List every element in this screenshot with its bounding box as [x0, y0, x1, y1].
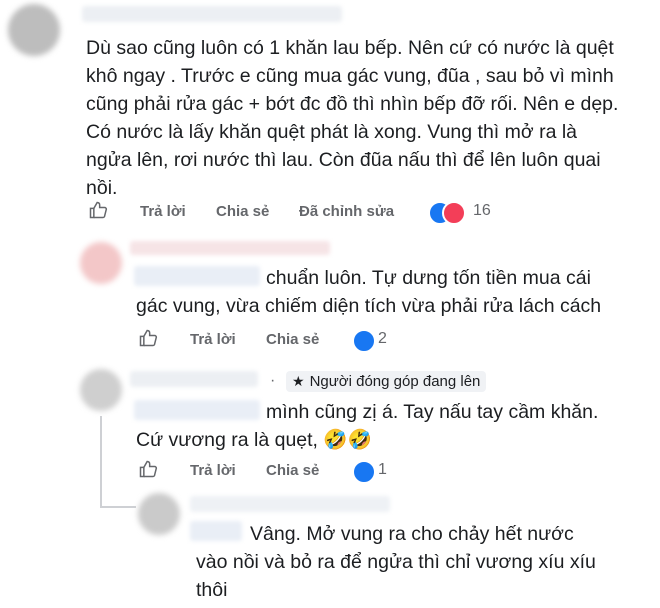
thread-line	[100, 506, 136, 508]
like-reaction-icon[interactable]	[352, 329, 376, 353]
like-reaction-icon[interactable]	[352, 460, 376, 484]
laughing-emoji: 🤣🤣	[323, 429, 372, 451]
reply-text: Vâng. Mở vung ra cho chảy hết nước vào n…	[196, 523, 596, 601]
thread-line	[100, 416, 102, 508]
badge-label: Người đóng góp đang lên	[309, 373, 481, 390]
comment-text: Dù sao cũng luôn có 1 khăn lau bếp. Nên …	[86, 37, 619, 199]
comment-actions: Trả lời Chia sẻ 2	[138, 328, 438, 353]
reaction-count[interactable]: 1	[378, 461, 387, 479]
reaction-count[interactable]: 16	[473, 202, 491, 220]
reply-text: mình cũng zị á. Tay nấu tay cầm khăn. Cứ…	[136, 398, 606, 454]
reply-button[interactable]: Trả lời	[140, 203, 186, 220]
avatar[interactable]	[138, 493, 180, 535]
avatar[interactable]	[80, 242, 122, 284]
rising-contributor-badge[interactable]: ★ Người đóng góp đang lên	[286, 371, 487, 392]
reply-text: chuẩn luôn. Tự dưng tốn tiền mua cái gác…	[136, 267, 602, 317]
star-icon: ★	[292, 373, 305, 389]
author-name-blurred[interactable]	[130, 371, 258, 387]
like-icon[interactable]	[138, 328, 158, 348]
author-name-blurred[interactable]	[190, 496, 390, 512]
comment-actions: Trả lời Chia sẻ 1	[138, 459, 438, 484]
share-button[interactable]: Chia sẻ	[216, 203, 269, 220]
reply-button[interactable]: Trả lời	[190, 331, 236, 348]
edited-label[interactable]: Đã chỉnh sửa	[299, 203, 394, 220]
avatar[interactable]	[8, 4, 60, 56]
author-name-blurred[interactable]	[82, 6, 342, 22]
like-icon[interactable]	[88, 200, 108, 220]
author-name-blurred[interactable]	[130, 241, 330, 255]
share-button[interactable]: Chia sẻ	[266, 462, 319, 479]
comment-actions: Trả lời Chia sẻ Đã chỉnh sửa 16	[88, 200, 608, 225]
reaction-count[interactable]: 2	[378, 330, 387, 348]
love-reaction-icon[interactable]	[442, 201, 466, 225]
avatar[interactable]	[80, 369, 122, 411]
separator-dot: ·	[270, 372, 276, 389]
reply-button[interactable]: Trả lời	[190, 462, 236, 479]
like-icon[interactable]	[138, 459, 158, 479]
share-button[interactable]: Chia sẻ	[266, 331, 319, 348]
